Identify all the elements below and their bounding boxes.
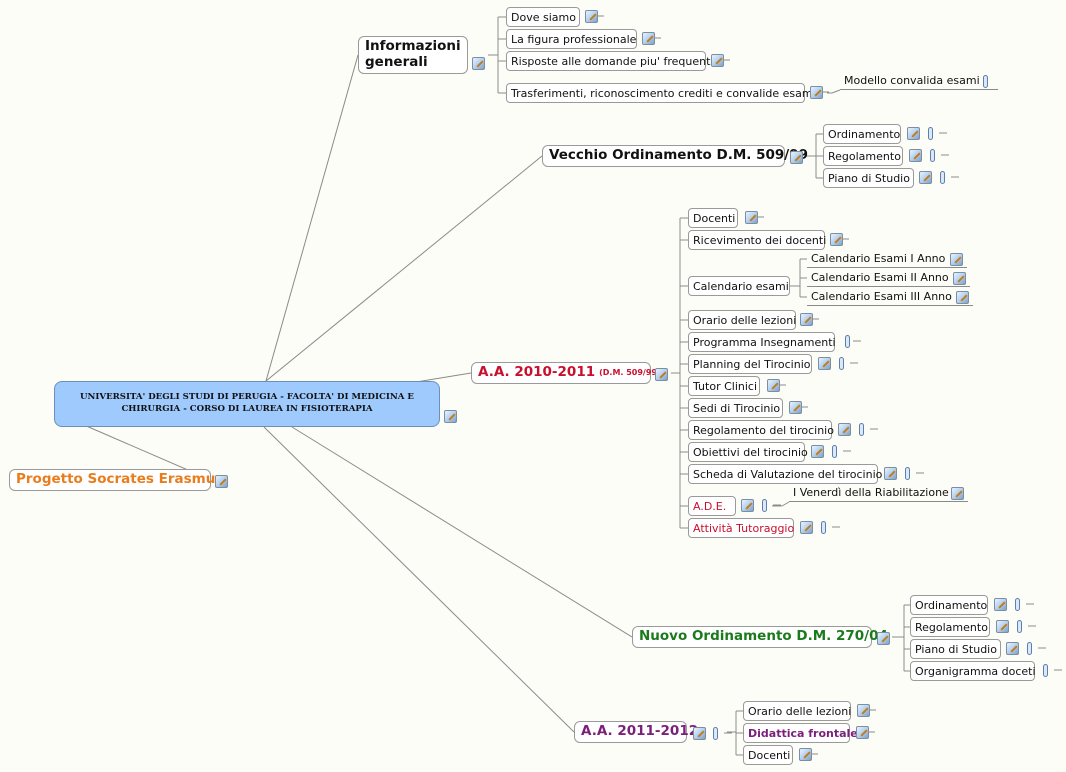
paperclip-icon[interactable] — [905, 467, 910, 480]
node-calendario-esami-iii-anno[interactable]: Calendario Esami III Anno — [807, 288, 973, 306]
note-icon[interactable] — [642, 32, 655, 45]
note-icon[interactable] — [767, 379, 780, 392]
node-faq[interactable]: Risposte alle domande piu' frequenti — [506, 51, 713, 71]
connector-line — [265, 54, 359, 382]
note-icon[interactable] — [830, 233, 843, 246]
connector-line — [291, 426, 633, 638]
note-icon[interactable] — [884, 467, 897, 480]
paperclip-icon[interactable] — [839, 357, 844, 370]
node-scheda-valutazione[interactable]: Scheda di Valutazione del tirocinio — [688, 464, 882, 484]
note-icon[interactable] — [951, 487, 964, 500]
branch-subtitle: (D.M. 509/99) — [599, 368, 661, 377]
node-regolamento[interactable]: Regolamento — [910, 617, 990, 637]
note-icon[interactable] — [907, 127, 920, 140]
branch-title: A.A. 2010-2011 — [478, 364, 596, 381]
node-docenti[interactable]: Docenti — [743, 745, 793, 765]
paperclip-icon[interactable] — [940, 171, 945, 184]
note-icon[interactable] — [919, 171, 932, 184]
node-calendario-esami-i-anno[interactable]: Calendario Esami I Anno — [807, 250, 967, 268]
paperclip-icon[interactable] — [1027, 642, 1032, 655]
node-modello-convalida-esami[interactable]: Modello convalida esami — [840, 72, 998, 90]
node-piano-di-studio[interactable]: Piano di Studio — [910, 639, 1001, 659]
node-obiettivi-tirocinio[interactable]: Obiettivi del tirocinio — [688, 442, 808, 462]
note-icon[interactable] — [811, 445, 824, 458]
node-ricevimento-docenti[interactable]: Ricevimento dei docenti — [688, 230, 826, 250]
note-icon[interactable] — [838, 423, 851, 436]
note-icon[interactable] — [1006, 642, 1019, 655]
paperclip-icon[interactable] — [930, 149, 935, 162]
note-icon[interactable] — [790, 151, 803, 164]
node-orario-lezioni[interactable]: Orario delle lezioni — [688, 310, 796, 330]
note-icon[interactable] — [856, 726, 869, 739]
connector-line — [265, 155, 543, 382]
note-icon[interactable] — [877, 632, 890, 645]
node-sedi-tirocinio[interactable]: Sedi di Tirocinio — [688, 398, 783, 418]
paperclip-icon[interactable] — [928, 127, 933, 140]
paperclip-icon[interactable] — [1017, 620, 1022, 633]
node-regolamento-tirocinio[interactable]: Regolamento del tirocinio — [688, 420, 834, 440]
note-icon[interactable] — [956, 291, 969, 304]
note-icon[interactable] — [800, 313, 813, 326]
note-icon[interactable] — [444, 410, 457, 423]
note-icon[interactable] — [711, 54, 724, 67]
note-icon[interactable] — [818, 357, 831, 370]
node-docenti[interactable]: Docenti — [688, 208, 738, 228]
note-icon[interactable] — [950, 253, 963, 266]
node-ade[interactable]: A.D.E. — [688, 496, 736, 516]
node-trasferimenti[interactable]: Trasferimenti, riconoscimento crediti e … — [506, 83, 816, 103]
note-icon[interactable] — [215, 475, 228, 488]
paperclip-icon[interactable] — [983, 75, 988, 88]
note-icon[interactable] — [789, 401, 802, 414]
paperclip-icon[interactable] — [832, 445, 837, 458]
node-ordinamento[interactable]: Ordinamento — [910, 595, 988, 615]
note-icon[interactable] — [994, 598, 1007, 611]
branch-aa-2010-2011[interactable]: A.A. 2010-2011 (D.M. 509/99) — [471, 362, 661, 384]
node-ordinamento[interactable]: Ordinamento — [823, 124, 901, 144]
note-icon[interactable] — [857, 704, 870, 717]
paperclip-icon[interactable] — [821, 521, 826, 534]
note-icon[interactable] — [655, 368, 668, 381]
note-icon[interactable] — [810, 86, 823, 99]
node-orario-lezioni[interactable]: Orario delle lezioni — [743, 701, 851, 721]
note-icon[interactable] — [472, 57, 485, 70]
note-icon[interactable] — [953, 272, 966, 285]
connector-line — [831, 89, 841, 94]
node-piano-di-studio[interactable]: Piano di Studio — [823, 168, 914, 188]
node-figura-professionale[interactable]: La figura professionale — [506, 29, 637, 49]
node-programma-insegnamenti[interactable]: Programma Insegnamenti — [688, 332, 836, 352]
paperclip-icon[interactable] — [859, 423, 864, 436]
connector-line — [781, 501, 790, 507]
branch-vecchio-ordinamento[interactable]: Vecchio Ordinamento D.M. 509/99 — [542, 145, 808, 167]
node-regolamento[interactable]: Regolamento — [823, 146, 903, 166]
paperclip-icon[interactable] — [1043, 664, 1048, 677]
node-organigramma-docenti[interactable]: Organigramma doceti — [910, 661, 1036, 681]
paperclip-icon[interactable] — [762, 499, 767, 512]
node-tutor-clinici[interactable]: Tutor Clinici — [688, 376, 760, 396]
node-dove-siamo[interactable]: Dove siamo — [506, 7, 580, 27]
note-icon[interactable] — [909, 149, 922, 162]
node-planning-tirocinio[interactable]: Planning del Tirocinio — [688, 354, 812, 374]
branch-aa-2011-2012[interactable]: A.A. 2011-2012 — [574, 721, 698, 743]
paperclip-icon[interactable] — [1015, 598, 1020, 611]
node-calendario-esami-ii-anno[interactable]: Calendario Esami II Anno — [807, 269, 970, 287]
paperclip-icon[interactable] — [713, 727, 718, 740]
node-calendario-esami[interactable]: Calendario esami — [688, 276, 790, 296]
note-icon[interactable] — [799, 748, 812, 761]
note-icon[interactable] — [745, 211, 758, 224]
note-icon[interactable] — [741, 499, 754, 512]
note-icon[interactable] — [693, 727, 706, 740]
branch-nuovo-ordinamento[interactable]: Nuovo Ordinamento D.M. 270/04 — [632, 626, 888, 648]
node-attivita-tutoraggio[interactable]: Attività Tutoraggio — [688, 518, 794, 538]
node-venerdi-riabilitazione[interactable]: I Venerdì della Riabilitazione — [789, 484, 968, 502]
branch-informazioni-generali[interactable]: Informazioni generali — [358, 36, 468, 74]
note-icon[interactable] — [800, 521, 813, 534]
note-icon[interactable] — [585, 10, 598, 23]
paperclip-icon[interactable] — [845, 335, 850, 348]
root-node[interactable]: UNIVERSITA' DEGLI STUDI DI PERUGIA - FAC… — [54, 381, 440, 427]
node-didattica-frontale[interactable]: Didattica frontale — [743, 723, 858, 743]
mind-map: UNIVERSITA' DEGLI STUDI DI PERUGIA - FAC… — [0, 0, 1066, 772]
branch-progetto-socrates-erasmus[interactable]: Progetto Socrates Erasmus — [9, 469, 223, 491]
connector-line — [263, 426, 575, 733]
note-icon[interactable] — [996, 620, 1009, 633]
